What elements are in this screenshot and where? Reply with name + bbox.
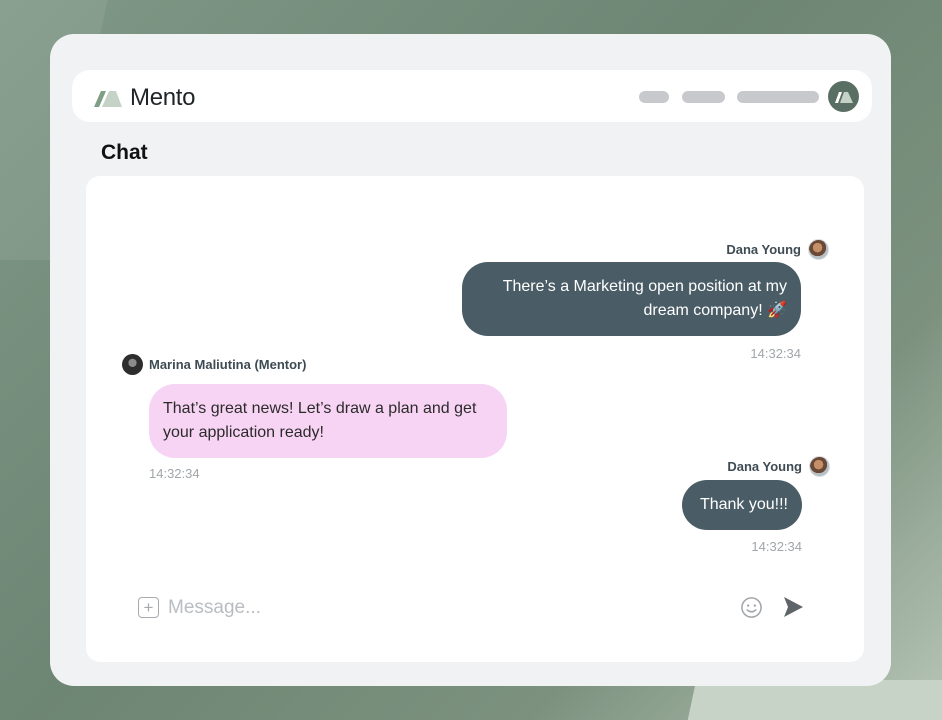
- app-window: Mento Chat Dana Young There’s a Marketin…: [50, 34, 891, 686]
- plus-square-icon: +: [143, 598, 154, 617]
- chat-panel: Dana Young There’s a Marketing open posi…: [86, 176, 864, 662]
- top-navigation-bar: Mento: [72, 70, 872, 122]
- message-text: That’s great news! Let’s draw a plan and…: [163, 400, 477, 441]
- nav-placeholder[interactable]: [682, 91, 725, 103]
- logo[interactable]: Mento: [94, 84, 196, 112]
- message-timestamp: 14:32:34: [751, 539, 802, 554]
- message-text: There’s a Marketing open position at my …: [502, 278, 787, 319]
- mento-logo-icon: [834, 91, 853, 103]
- message-text: Thank you!!!: [699, 496, 788, 513]
- avatar[interactable]: [122, 354, 143, 375]
- send-icon[interactable]: [781, 595, 805, 619]
- message-timestamp: 14:32:34: [149, 466, 200, 481]
- message-bubble: There’s a Marketing open position at my …: [462, 262, 801, 336]
- sender-name: Dana Young: [727, 459, 802, 474]
- profile-avatar[interactable]: [828, 81, 859, 112]
- nav-placeholder[interactable]: [737, 91, 819, 103]
- avatar[interactable]: [809, 456, 830, 477]
- smiley-icon[interactable]: [740, 596, 763, 619]
- sender-name: Dana Young: [726, 242, 801, 257]
- avatar[interactable]: [808, 239, 829, 260]
- message-bubble: Thank you!!!: [682, 480, 802, 530]
- page-title: Chat: [101, 141, 148, 164]
- app-name: Mento: [130, 84, 196, 111]
- add-attachment-button[interactable]: +: [138, 597, 159, 618]
- message-timestamp: 14:32:34: [750, 346, 801, 361]
- message-sender: Dana Young: [727, 456, 830, 477]
- sender-name: Marina Maliutina (Mentor): [149, 357, 307, 372]
- background-shape: [687, 680, 942, 720]
- message-bubble: That’s great news! Let’s draw a plan and…: [149, 384, 507, 458]
- message-input[interactable]: [168, 594, 728, 622]
- mento-logo-icon: [94, 91, 122, 107]
- message-sender: Marina Maliutina (Mentor): [122, 354, 306, 375]
- message-sender: Dana Young: [726, 239, 829, 260]
- nav-placeholder[interactable]: [639, 91, 669, 103]
